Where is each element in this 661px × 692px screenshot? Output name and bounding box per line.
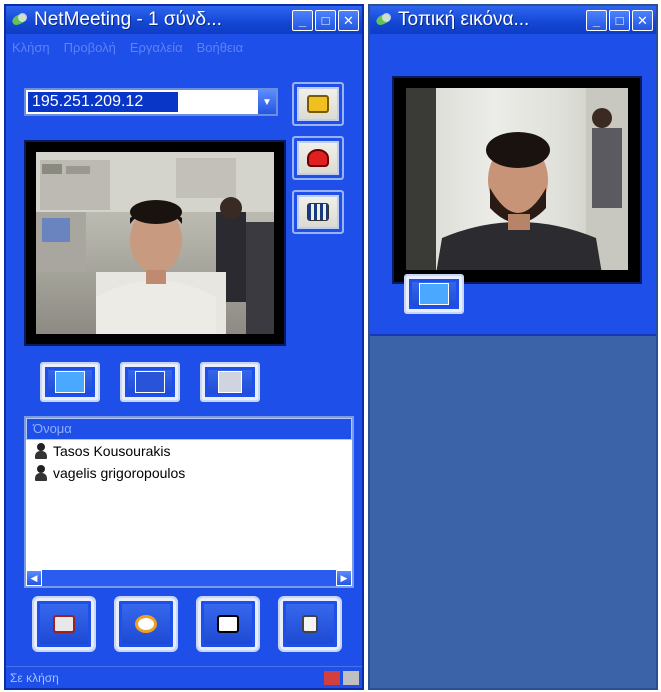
scroll-left-icon[interactable]: ◀ — [26, 570, 42, 586]
local-titlebar[interactable]: Τοπική εικόνα... _ □ ✕ — [370, 6, 656, 34]
status-bar: Σε κλήση — [6, 666, 362, 688]
chevron-down-icon[interactable]: ▼ — [258, 90, 276, 114]
address-combobox[interactable]: ▼ — [24, 88, 278, 116]
address-book-icon — [307, 203, 329, 221]
maximize-button[interactable]: □ — [609, 9, 630, 31]
scroll-right-icon[interactable]: ▶ — [336, 570, 352, 586]
participant-list[interactable]: Όνομα Tasos Kousourakis vagelis grigorop… — [24, 416, 354, 588]
remote-play-pause-button[interactable] — [40, 362, 100, 402]
security-lock-icon — [324, 670, 340, 685]
participant-name: vagelis grigoropoulos — [53, 465, 186, 481]
share-program-button[interactable] — [32, 596, 96, 652]
file-transfer-icon — [302, 615, 318, 633]
minimize-button[interactable]: _ — [586, 9, 607, 31]
list-header-name[interactable]: Όνομα — [26, 418, 352, 440]
hang-up-button[interactable] — [292, 136, 344, 180]
local-video-window: Τοπική εικόνα... _ □ ✕ — [368, 4, 658, 690]
menu-view[interactable]: Προβολή — [64, 40, 116, 55]
close-button[interactable]: ✕ — [632, 9, 653, 31]
menu-tools[interactable]: Εργαλεία — [130, 40, 183, 55]
main-titlebar[interactable]: NetMeeting - 1 σύνδ... _ □ ✕ — [6, 6, 362, 34]
local-video-image — [406, 88, 628, 270]
hang-up-icon — [307, 149, 329, 167]
phone-call-icon — [307, 95, 329, 113]
directory-button[interactable] — [292, 190, 344, 234]
audio-controls-button[interactable] — [200, 362, 260, 402]
list-item[interactable]: Tasos Kousourakis — [26, 440, 352, 462]
place-call-button[interactable] — [292, 82, 344, 126]
chat-button[interactable] — [114, 596, 178, 652]
netmeeting-icon — [10, 11, 30, 29]
local-play-pause-button[interactable] — [404, 274, 464, 314]
remote-video-frame — [24, 140, 286, 346]
netmeeting-icon — [374, 11, 394, 29]
picture-in-picture-button[interactable] — [120, 362, 180, 402]
local-video-frame — [392, 76, 642, 284]
picture-in-picture-icon — [135, 371, 165, 393]
address-input[interactable] — [28, 92, 178, 112]
whiteboard-icon — [217, 615, 239, 633]
user-icon — [34, 465, 48, 481]
chat-icon — [135, 615, 157, 633]
menubar: Κλήση Προβολή Εργαλεία Βοήθεια — [6, 36, 362, 58]
menu-help[interactable]: Βοήθεια — [197, 40, 244, 55]
play-pause-icon — [419, 283, 449, 305]
user-icon — [34, 443, 48, 459]
network-connection-icon — [343, 670, 359, 685]
whiteboard-button[interactable] — [196, 596, 260, 652]
share-program-icon — [53, 615, 75, 633]
participant-name: Tasos Kousourakis — [53, 443, 171, 459]
close-button[interactable]: ✕ — [338, 9, 359, 31]
horizontal-scrollbar[interactable]: ◀ ▶ — [26, 570, 352, 586]
audio-volume-icon — [218, 371, 242, 393]
menu-call[interactable]: Κλήση — [12, 40, 50, 55]
status-text: Σε κλήση — [10, 670, 59, 685]
list-item[interactable]: vagelis grigoropoulos — [26, 462, 352, 484]
local-window-title: Τοπική εικόνα... — [398, 9, 530, 30]
main-window-title: NetMeeting - 1 σύνδ... — [34, 9, 222, 30]
file-transfer-button[interactable] — [278, 596, 342, 652]
netmeeting-window: NetMeeting - 1 σύνδ... _ □ ✕ Κλήση Προβο… — [4, 4, 364, 690]
minimize-button[interactable]: _ — [292, 9, 313, 31]
play-pause-icon — [55, 371, 85, 393]
maximize-button[interactable]: □ — [315, 9, 336, 31]
remote-video-image — [36, 152, 274, 334]
